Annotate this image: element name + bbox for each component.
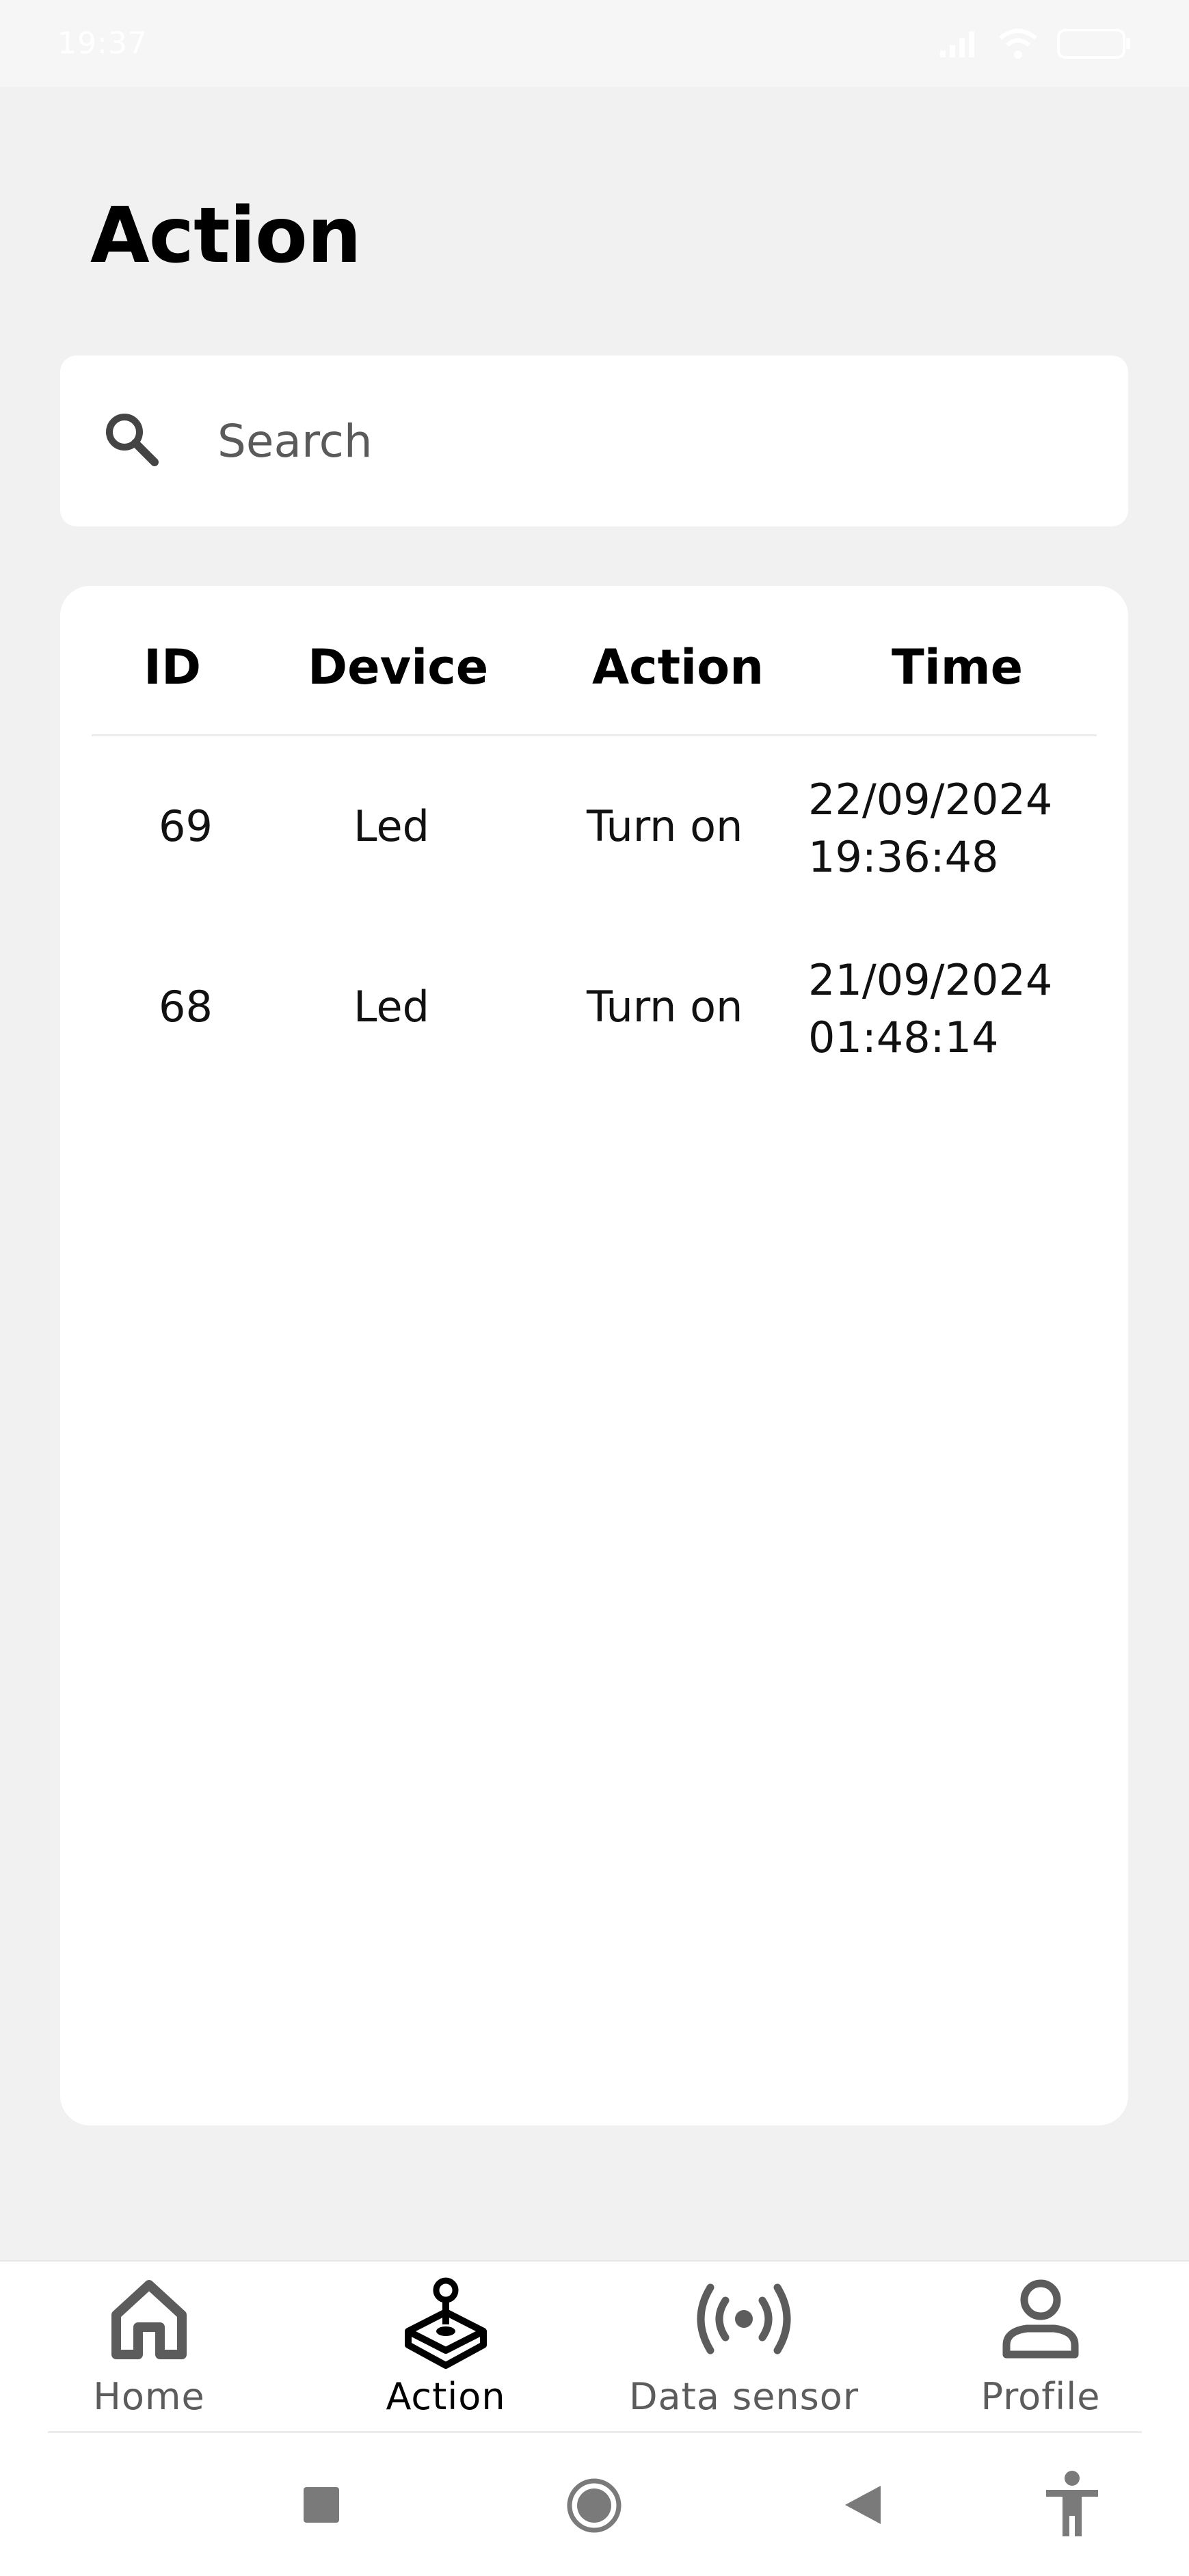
home-button-icon[interactable] (565, 2476, 624, 2535)
status-icons (939, 27, 1132, 61)
status-bar: 19:37 (0, 0, 1189, 87)
home-icon (111, 2280, 187, 2359)
cell-device: Led (353, 982, 429, 1032)
nav-item-data-sensor[interactable]: Data sensor (607, 2271, 881, 2435)
nav-divider (48, 2431, 1142, 2433)
column-header-device[interactable]: Device (308, 639, 488, 695)
signal-icon (940, 31, 974, 57)
battery-icon (1057, 28, 1130, 59)
person-icon (1002, 2279, 1079, 2359)
table-header-divider (92, 734, 1097, 736)
search-icon (106, 414, 159, 466)
search-input[interactable] (217, 407, 1038, 475)
joystick-icon (405, 2277, 487, 2369)
nav-item-home[interactable]: Home (12, 2271, 286, 2435)
accessibility-icon[interactable] (1043, 2469, 1101, 2538)
page-title: Action (90, 191, 362, 280)
cell-action: Turn on (587, 801, 743, 851)
wifi-icon (999, 28, 1037, 59)
nav-label-action: Action (386, 2375, 506, 2418)
column-header-time[interactable]: Time (892, 639, 1023, 695)
cell-date: 22/09/2024 (808, 775, 1053, 824)
cell-action: Turn on (587, 982, 743, 1032)
cell-device: Led (353, 801, 429, 851)
sensor-icon (697, 2283, 791, 2354)
cell-time: 01:48:14 (808, 1012, 999, 1062)
nav-item-action[interactable]: Action (309, 2271, 583, 2435)
cell-date: 21/09/2024 (808, 955, 1053, 1005)
status-time: 19:37 (57, 26, 148, 61)
column-header-action[interactable]: Action (592, 639, 764, 695)
cell-id: 69 (159, 801, 213, 851)
cell-id: 68 (159, 982, 213, 1032)
cell-time: 19:36:48 (808, 832, 999, 882)
nav-item-profile[interactable]: Profile (904, 2271, 1177, 2435)
nav-label-data-sensor: Data sensor (628, 2375, 859, 2418)
column-header-id[interactable]: ID (144, 639, 201, 695)
nav-label-profile: Profile (980, 2375, 1101, 2418)
nav-label-home: Home (93, 2375, 205, 2418)
back-icon[interactable] (842, 2483, 883, 2527)
recents-icon[interactable] (302, 2486, 340, 2524)
